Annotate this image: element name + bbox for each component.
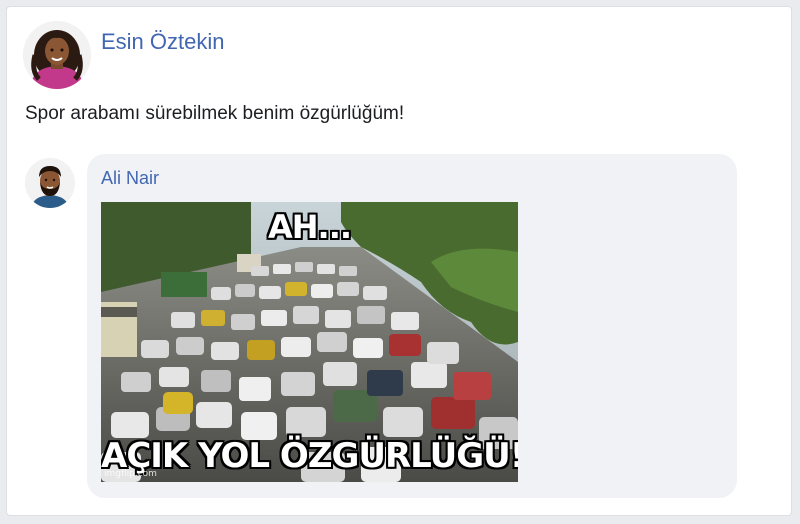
meme-watermark: imgflip.com: [104, 469, 157, 479]
comment-bubble: Ali Nair AH... AÇIK YOL ÖZGÜRLÜĞÜ! imgfl…: [87, 154, 737, 498]
woman-avatar-icon[interactable]: [23, 21, 91, 89]
meme-bottom-text: AÇIK YOL ÖZGÜRLÜĞÜ!: [101, 436, 518, 476]
post-text: Spor arabamı sürebilmek benim özgürlüğüm…: [25, 103, 405, 124]
man-avatar-icon[interactable]: [25, 158, 75, 208]
meme-top-text: AH...: [267, 208, 352, 246]
meme-image[interactable]: AH... AÇIK YOL ÖZGÜRLÜĞÜ! imgflip.com: [101, 202, 518, 482]
comment-author-name[interactable]: Ali Nair: [101, 168, 159, 189]
post-author-name[interactable]: Esin Öztekin: [101, 29, 225, 55]
post-card: Esin Öztekin Spor arabamı sürebilmek ben…: [6, 6, 792, 516]
